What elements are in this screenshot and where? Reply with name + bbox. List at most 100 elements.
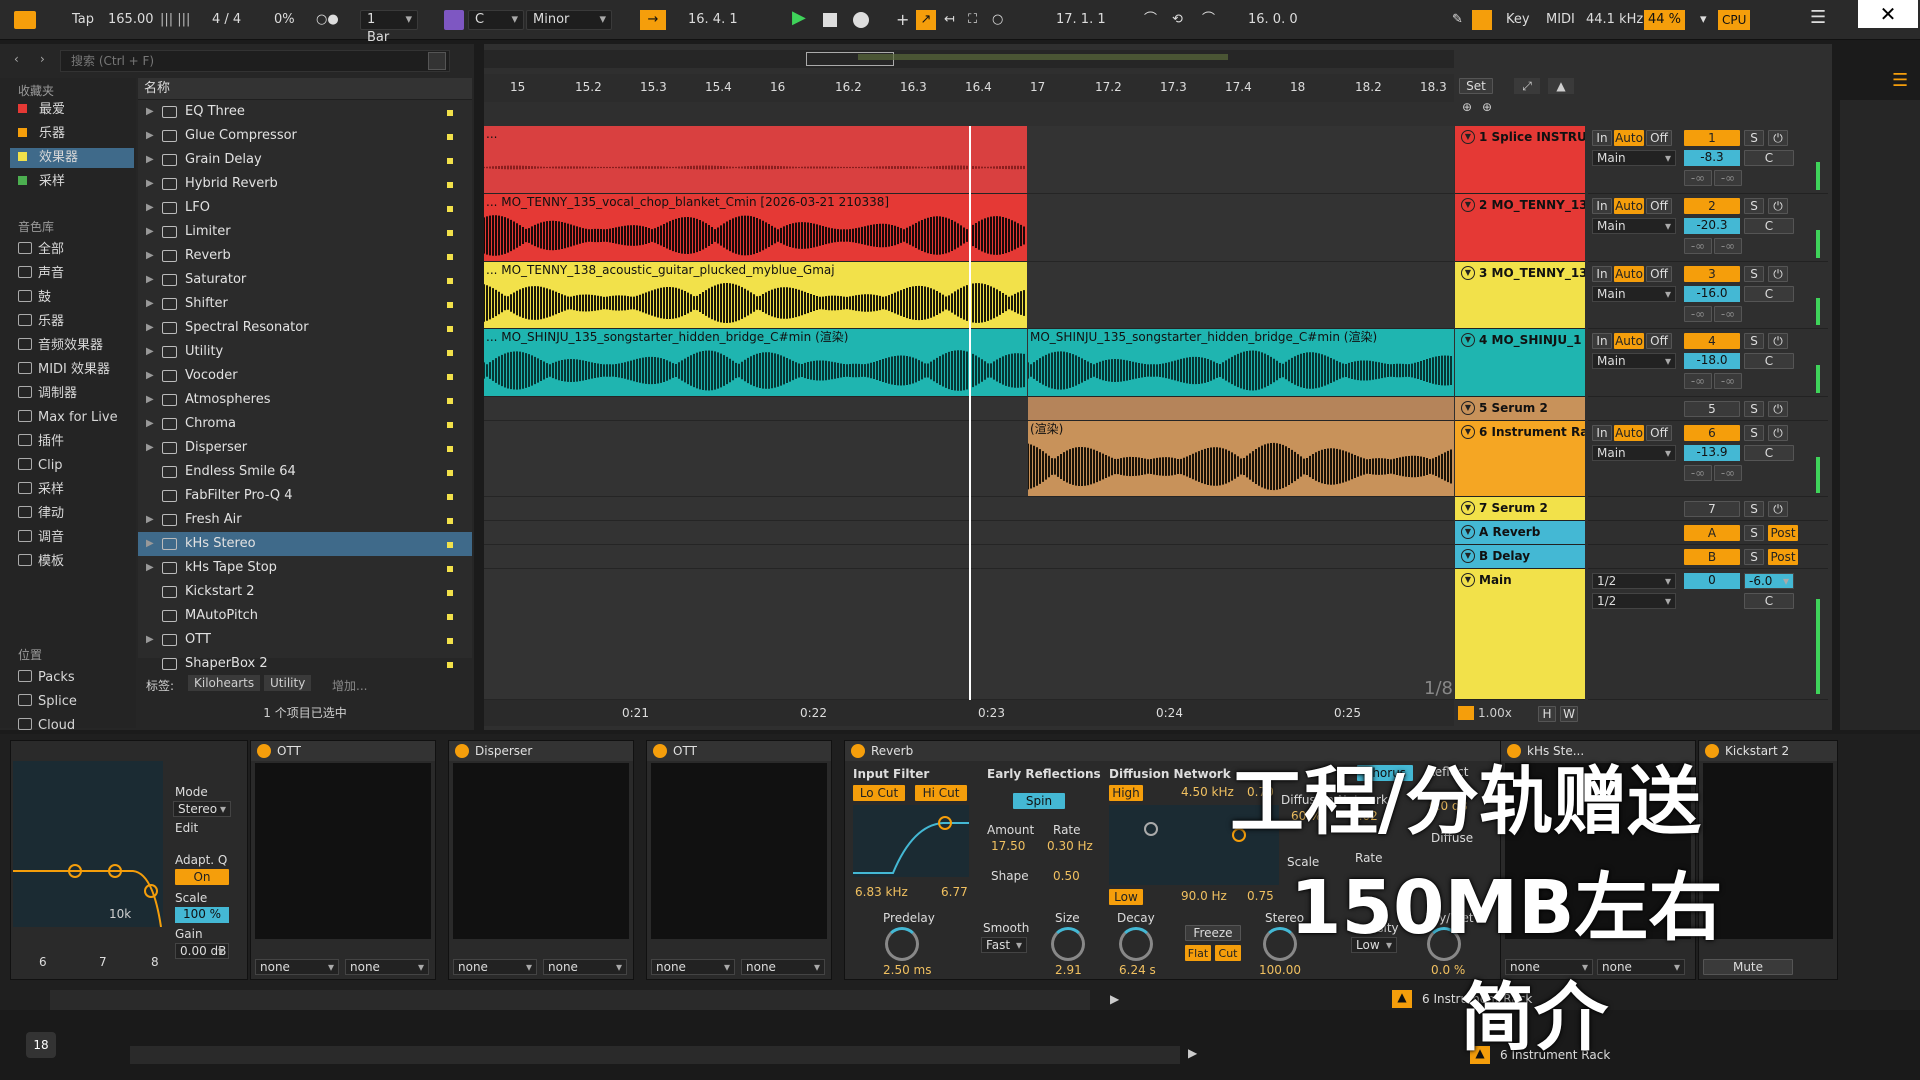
audio-clip[interactable]: ... MO_TENNY_135_vocal_chop_blanket_Cmin…	[484, 194, 1027, 261]
library-item[interactable]: 模板	[18, 552, 64, 572]
track-header[interactable]: ▼ 3 MO_TENNY_13	[1455, 262, 1585, 329]
auto-button[interactable]: Auto	[1614, 198, 1644, 214]
shape-value[interactable]: 0.50	[1053, 869, 1080, 883]
filter-graph[interactable]	[853, 805, 969, 877]
library-item[interactable]: 调音	[18, 528, 64, 548]
solo-button[interactable]: S	[1744, 549, 1764, 565]
device-title[interactable]: Kickstart 2	[1699, 741, 1837, 761]
auto-button[interactable]: Auto	[1614, 130, 1644, 146]
low-freq[interactable]: 90.0 Hz	[1181, 889, 1227, 903]
follow-icon[interactable]: →	[640, 10, 666, 30]
post-button[interactable]: Post	[1768, 525, 1798, 541]
browser-item[interactable]: FabFilter Pro-Q 4	[138, 484, 472, 508]
browser-item[interactable]: Kickstart 2	[138, 580, 472, 604]
overview-strip[interactable]	[484, 50, 1454, 68]
tempo-field[interactable]: 165.00	[108, 10, 154, 30]
auto-button[interactable]: Auto	[1614, 333, 1644, 349]
track-header[interactable]: ▼ 4 MO_SHINJU_1	[1455, 329, 1585, 397]
track-activator[interactable]: 1	[1684, 130, 1740, 146]
output-route-select[interactable]: Main	[1592, 445, 1676, 461]
output-route-select[interactable]: 1/2	[1592, 593, 1676, 609]
browser-item[interactable]: ▶ Saturator	[138, 268, 472, 292]
power-icon[interactable]	[455, 744, 469, 758]
send-a-field[interactable]: -∞	[1684, 306, 1712, 322]
track-activator[interactable]: 7	[1684, 501, 1740, 517]
cpu-meter-button[interactable]: CPU	[1718, 10, 1751, 30]
name-column-header[interactable]: 名称	[138, 78, 472, 100]
fold-icon[interactable]: ▼	[1461, 401, 1475, 415]
track-activator[interactable]: 2	[1684, 198, 1740, 214]
track-activator[interactable]: 0	[1684, 573, 1740, 589]
audio-clip[interactable]: ...	[484, 126, 1027, 193]
solo-button[interactable]: S	[1744, 266, 1764, 282]
pan-field[interactable]: C	[1744, 150, 1794, 166]
close-icon[interactable]: ✕	[1858, 0, 1918, 28]
expand-arrow-icon[interactable]: ▶	[146, 292, 154, 316]
fold-icon[interactable]: ▼	[1461, 425, 1475, 439]
solo-button[interactable]: S	[1744, 501, 1764, 517]
band-7[interactable]: 7	[99, 955, 107, 969]
h-button[interactable]: H	[1538, 706, 1556, 722]
expand-arrow-icon[interactable]: ▶	[146, 388, 154, 412]
mute-button[interactable]: Mute	[1703, 959, 1793, 975]
record-icon[interactable]	[853, 12, 869, 28]
nav-right-icon[interactable]: ⊕	[1482, 100, 1492, 114]
decay-value[interactable]: 6.24 s	[1119, 963, 1156, 977]
in-button[interactable]: In	[1592, 425, 1612, 441]
track-header[interactable]: ▼ 1 Splice INSTRU	[1455, 126, 1585, 194]
track-header[interactable]: ▼ 7 Serum 2	[1455, 497, 1585, 521]
tag-chip[interactable]: Kilohearts	[188, 675, 261, 691]
collection-samples[interactable]: 采样	[18, 172, 65, 192]
play-clip-icon[interactable]: ▶	[1110, 992, 1119, 1006]
scale-select[interactable]: Minor	[526, 10, 612, 30]
off-button[interactable]: Off	[1646, 425, 1672, 441]
output-route-select[interactable]: Main	[1592, 218, 1676, 234]
post-button[interactable]: Post	[1768, 549, 1798, 565]
filter-width[interactable]: 6.77	[941, 885, 968, 899]
key-map-button[interactable]: Key	[1506, 10, 1530, 30]
pan-field[interactable]: C	[1744, 286, 1794, 302]
solo-button[interactable]: S	[1744, 198, 1764, 214]
browser-item[interactable]: ▶ Spectral Resonator	[138, 316, 472, 340]
audio-clip[interactable]: ... MO_TENNY_138_acoustic_guitar_plucked…	[484, 262, 1027, 328]
collection-effects[interactable]: 效果器	[10, 148, 134, 168]
expand-arrow-icon[interactable]: ▶	[146, 220, 154, 244]
notification-icon[interactable]: 18	[26, 1032, 56, 1058]
expand-arrow-icon[interactable]: ▶	[146, 532, 154, 556]
side-menu-icon[interactable]: ☰	[1892, 70, 1908, 91]
eq-graph[interactable]: 10k	[13, 761, 163, 928]
high-toggle[interactable]: High	[1109, 785, 1143, 801]
output-route-select[interactable]: Main	[1592, 353, 1676, 369]
expand-arrow-icon[interactable]: ▶	[146, 628, 154, 652]
library-item[interactable]: 插件	[18, 432, 64, 452]
back-icon[interactable]: ‹	[14, 52, 19, 66]
collection-favorites[interactable]: 最爱	[18, 100, 65, 120]
browser-item[interactable]: ▶ Reverb	[138, 244, 472, 268]
sidechain-out-select[interactable]: none	[345, 959, 429, 975]
metronome-icon[interactable]: ○●	[316, 10, 339, 30]
browser-item[interactable]: ▶ kHs Stereo	[138, 532, 472, 556]
nav-left-icon[interactable]: ⊕	[1462, 100, 1472, 114]
fold-icon[interactable]: ▼	[1461, 198, 1475, 212]
in-button[interactable]: In	[1592, 266, 1612, 282]
stop-icon[interactable]	[823, 13, 837, 27]
fold-icon[interactable]: ▼	[1461, 525, 1475, 539]
off-button[interactable]: Off	[1646, 198, 1672, 214]
library-item[interactable]: 全部	[18, 240, 64, 260]
filter-freq[interactable]: 6.83 kHz	[855, 885, 908, 899]
send-b-field[interactable]: -∞	[1714, 170, 1742, 186]
cut-toggle[interactable]: Cut	[1215, 945, 1241, 961]
in-button[interactable]: In	[1592, 333, 1612, 349]
playhead[interactable]	[969, 126, 971, 726]
auto-button[interactable]: Auto	[1614, 425, 1644, 441]
send-b-field[interactable]: -∞	[1714, 238, 1742, 254]
forward-icon[interactable]: ›	[40, 52, 45, 66]
expand-arrow-icon[interactable]: ▶	[146, 244, 154, 268]
track-header[interactable]: ▼ B Delay	[1455, 545, 1585, 569]
w-button[interactable]: W	[1560, 706, 1578, 722]
send-a-field[interactable]: -∞	[1684, 238, 1712, 254]
audio-clip[interactable]	[1028, 397, 1454, 420]
filter-icon[interactable]	[428, 52, 446, 70]
track-header[interactable]: ▼ 5 Serum 2	[1455, 397, 1585, 421]
track-header[interactable]: ▼ A Reverb	[1455, 521, 1585, 545]
